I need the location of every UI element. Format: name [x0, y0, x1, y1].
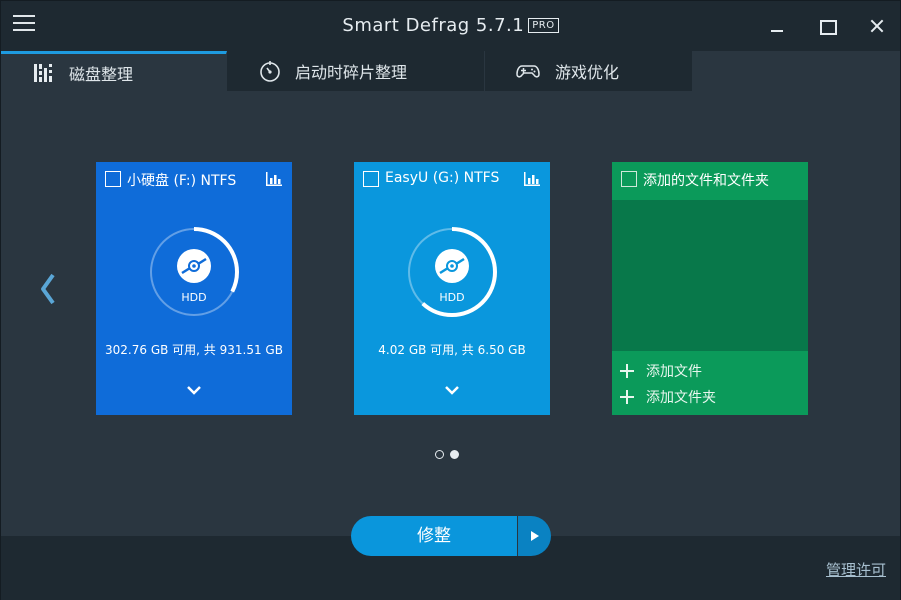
tab-game-optimize[interactable]: 游戏优化 [485, 51, 693, 91]
chevron-down-icon[interactable] [185, 384, 203, 396]
app-title-text: Smart Defrag 5.7.1 [342, 15, 525, 36]
bar-chart-icon[interactable] [523, 171, 541, 187]
boot-time-icon [260, 61, 280, 82]
files-card-title: 添加的文件和文件夹 [643, 173, 769, 189]
chevron-down-icon[interactable] [443, 384, 461, 396]
tab-label: 磁盘整理 [69, 64, 134, 84]
add-folder-button[interactable]: 添加文件夹 [620, 387, 716, 407]
add-file-button[interactable]: 添加文件 [620, 361, 702, 381]
drive-checkbox[interactable] [105, 171, 121, 187]
file-drop-area[interactable] [612, 200, 808, 351]
drive-card-f[interactable]: 小硬盘 (F:) NTFS HDD 302.76 GB 可用, 共 931.51… [96, 162, 292, 415]
title-bar: Smart Defrag 5.7.1 PRO [1, 1, 900, 51]
drive-card-g[interactable]: EasyU (G:) NTFS HDD 4.02 GB 可用, 共 6.50 G… [354, 162, 550, 415]
plus-icon [620, 390, 634, 404]
drive-name: EasyU (G:) NTFS [385, 170, 500, 186]
drive-space-text: 4.02 GB 可用, 共 6.50 GB [378, 343, 526, 357]
defrag-button[interactable]: 修整 [351, 516, 517, 556]
close-icon[interactable] [865, 15, 889, 37]
disk-usage-ring [407, 227, 497, 317]
tab-label: 游戏优化 [555, 63, 620, 82]
carousel-pagination [435, 450, 459, 460]
disk-defrag-icon [34, 63, 52, 82]
disk-usage-ring [149, 227, 239, 317]
files-folders-card: 添加的文件和文件夹 添加文件 添加文件夹 [612, 162, 808, 415]
tab-label: 启动时碎片整理 [295, 63, 408, 82]
disc-icon [435, 249, 469, 283]
plus-icon [620, 364, 634, 378]
tab-disk-defrag[interactable]: 磁盘整理 [1, 51, 227, 91]
app-window: Smart Defrag 5.7.1 PRO 磁盘整理 启动时碎片整理 游戏优化… [0, 0, 901, 600]
chevron-left-icon[interactable] [37, 271, 59, 307]
disc-icon [177, 249, 211, 283]
manage-license-link[interactable]: 管理许可 [826, 559, 886, 580]
drive-type-label: HDD [439, 291, 465, 304]
files-checkbox[interactable] [621, 171, 637, 187]
minimize-icon[interactable] [765, 15, 789, 37]
page-dot-2[interactable] [450, 450, 459, 459]
drive-space-text: 302.76 GB 可用, 共 931.51 GB [105, 343, 283, 357]
pro-badge: PRO [528, 18, 559, 33]
main-tabs: 磁盘整理 启动时碎片整理 游戏优化 [1, 51, 900, 91]
drive-type-label: HDD [181, 291, 207, 304]
drive-name: 小硬盘 (F:) NTFS [127, 173, 237, 189]
drive-checkbox[interactable] [363, 171, 379, 187]
add-folder-label: 添加文件夹 [646, 390, 716, 406]
maximize-icon[interactable] [815, 15, 839, 37]
bar-chart-icon[interactable] [265, 171, 283, 187]
add-file-label: 添加文件 [646, 364, 702, 380]
tab-boot-time-defrag[interactable]: 启动时碎片整理 [227, 51, 485, 91]
page-dot-1[interactable] [435, 450, 444, 459]
gamepad-icon [516, 65, 540, 78]
